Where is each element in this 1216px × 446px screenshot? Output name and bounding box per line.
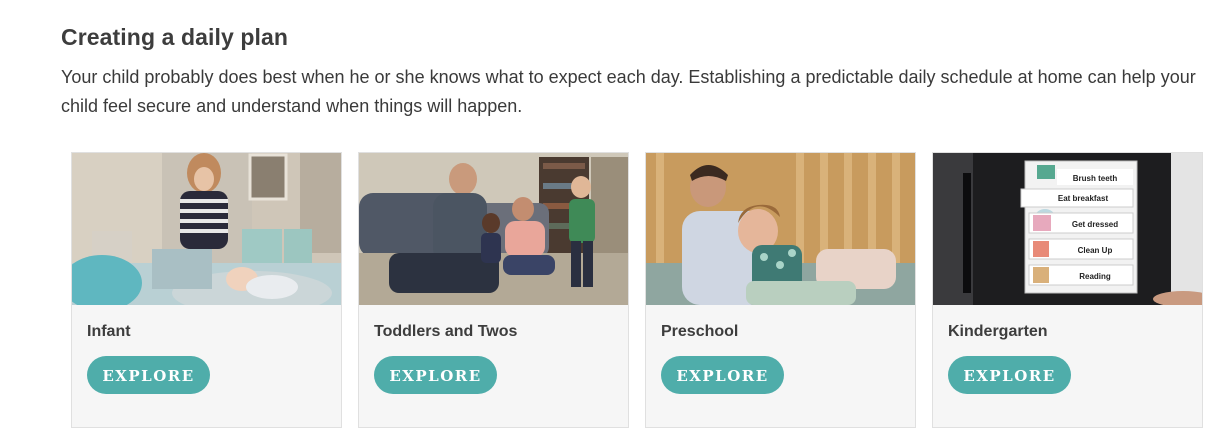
toddlers-photo[interactable] [359, 153, 628, 305]
infant-photo[interactable] [72, 153, 341, 305]
preschool-photo[interactable] [646, 153, 915, 305]
kindergarten-photo[interactable]: Brush teeth Eat breakfast Get dressed Cl… [933, 153, 1202, 305]
card-label-toddlers-and-twos: Toddlers and Twos [374, 323, 518, 340]
explore-infant-button[interactable]: EXPLORE [87, 356, 210, 394]
explore-toddlers-button[interactable]: EXPLORE [374, 356, 497, 394]
age-group-cards: Infant EXPLORE Toddlers and Twos EXPLORE… [71, 152, 1203, 428]
card-kindergarten: Brush teeth Eat breakfast Get dressed Cl… [932, 152, 1203, 428]
card-preschool: Preschool EXPLORE [645, 152, 916, 428]
strip-get-dressed: Get dressed [1072, 220, 1118, 229]
explore-preschool-button[interactable]: EXPLORE [661, 356, 784, 394]
card-label-preschool: Preschool [661, 323, 739, 340]
strip-reading: Reading [1079, 272, 1111, 281]
explore-kindergarten-button[interactable]: EXPLORE [948, 356, 1071, 394]
strip-eat-breakfast: Eat breakfast [1058, 194, 1109, 203]
card-infant: Infant EXPLORE [71, 152, 342, 428]
page: Creating a daily plan Your child probabl… [0, 0, 1216, 446]
section-intro: Your child probably does best when he or… [61, 67, 1196, 116]
card-label-kindergarten: Kindergarten [948, 323, 1048, 340]
card-label-infant: Infant [87, 323, 131, 340]
section-title: Creating a daily plan [61, 24, 289, 50]
card-toddlers-and-twos: Toddlers and Twos EXPLORE [358, 152, 629, 428]
strip-clean-up: Clean Up [1078, 246, 1113, 255]
strip-brush-teeth: Brush teeth [1073, 174, 1118, 183]
daily-schedule-chart: Brush teeth Eat breakfast Get dressed Cl… [1020, 160, 1138, 294]
